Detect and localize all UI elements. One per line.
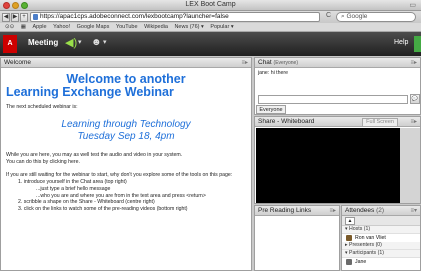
address-text: https://apac1cps.adobeconnect.com/lexboo…: [40, 13, 229, 20]
help-indicator: [414, 36, 421, 52]
attendee-name: Ron van Vliet: [355, 235, 386, 241]
pod-title: Share - Whiteboard: [258, 118, 315, 125]
title-bar: LEX Boot Camp ▭: [0, 0, 421, 11]
whiteboard-canvas[interactable]: [256, 128, 419, 203]
bookmark-apple[interactable]: Apple: [32, 24, 46, 30]
adobe-logo: A: [3, 35, 17, 53]
chat-message: jane: hi there: [258, 70, 288, 76]
hosts-group[interactable]: ▾ Hosts (1): [342, 226, 420, 234]
share-pod-header: Share - Whiteboard Full Screen ≡▸: [255, 117, 420, 127]
step-1a: ...just type a brief hello message: [36, 185, 111, 192]
webinar-date: Tuesday Sep 18, 4pm: [77, 130, 175, 142]
next-webinar-label: The next scheduled webinar is:: [6, 104, 78, 110]
pod-title: Chat: [258, 59, 272, 66]
add-bookmark-button[interactable]: +: [20, 13, 28, 22]
chat-pod-header: Chat (Everyone) ≡▸: [255, 58, 420, 68]
step-1b: ...who you are and where you are from in…: [36, 192, 206, 199]
attendees-toolbar: ▲: [342, 216, 420, 226]
site-icon: [33, 14, 38, 20]
top-sites-icon[interactable]: ▦: [21, 24, 26, 30]
browser-window: LEX Boot Camp ▭ ◀ ▶ + https://apac1cps.a…: [0, 0, 421, 271]
pod-title: Welcome: [4, 59, 31, 66]
attendee-participant[interactable]: Jane: [342, 258, 420, 266]
pod-options-icon[interactable]: ≡▸: [410, 58, 417, 67]
webinar-title: Learning through Technology: [61, 118, 191, 130]
pod-title: Attendees: [345, 207, 375, 214]
bookmark-popular[interactable]: Popular ▾: [210, 24, 233, 30]
step-3: 3. click on the links to watch some of t…: [18, 205, 188, 212]
participant-icon: [346, 259, 352, 265]
audio-test-text: While you are here, you may as well test…: [6, 151, 183, 158]
whiteboard-sidebar: [400, 128, 420, 203]
reload-icon[interactable]: C: [326, 12, 331, 19]
reading-list-icon[interactable]: ⊙⊙: [5, 24, 14, 30]
bookmarks-bar: ⊙⊙ ▦ Apple Yahoo! Google Maps YouTube Wi…: [0, 23, 421, 32]
pre-reading-links-pod: Pre Reading Links ≡▸: [254, 205, 340, 271]
pod-options-icon[interactable]: ≡▸: [329, 206, 336, 215]
attendee-count: (2): [376, 207, 385, 214]
window-title: LEX Boot Camp: [185, 1, 236, 8]
links-pod-header: Pre Reading Links ≡▸: [255, 206, 339, 216]
bookmark-google-maps[interactable]: Google Maps: [77, 24, 110, 30]
status-dropdown-icon[interactable]: ▾: [103, 38, 107, 46]
presenters-group[interactable]: ▸ Presenters (0): [342, 242, 420, 250]
step-1: 1. introduce yourself in the Chat area (…: [18, 179, 127, 186]
bookmark-wikipedia[interactable]: Wikipedia: [144, 24, 168, 30]
address-bar[interactable]: https://apac1cps.adobeconnect.com/lexboo…: [30, 12, 320, 22]
sort-attendees-icon[interactable]: ▲: [345, 217, 355, 225]
pod-options-icon[interactable]: ≡▸: [410, 117, 417, 126]
bookmark-yahoo[interactable]: Yahoo!: [53, 24, 70, 30]
attendees-pod-header: Attendees (2) ≡▾: [342, 206, 420, 216]
full-screen-button[interactable]: Full Screen: [362, 118, 398, 126]
chat-tab-everyone[interactable]: Everyone: [256, 105, 286, 114]
welcome-content: Welcome to another Learning Exchange Web…: [1, 68, 251, 215]
meeting-menu[interactable]: Meeting: [28, 38, 58, 47]
welcome-pod-header: Welcome ≡▸: [1, 58, 251, 68]
pod-options-icon[interactable]: ≡▸: [241, 58, 248, 67]
bookmark-news[interactable]: News (76) ▾: [174, 24, 203, 30]
navigation-bar: ◀ ▶ + https://apac1cps.adobeconnect.com/…: [0, 11, 421, 23]
forward-button[interactable]: ▶: [11, 13, 19, 22]
attendees-pod: Attendees (2) ≡▾ ▲ ▾ Hosts (1) Ron van V…: [341, 205, 421, 271]
participants-group[interactable]: ▾ Participants (1): [342, 250, 420, 258]
chat-scope: (Everyone): [273, 60, 298, 66]
attendee-host[interactable]: Ron van Vliet: [342, 234, 420, 242]
chat-pod: Chat (Everyone) ≡▸ jane: hi there 💬 Ever…: [254, 57, 421, 115]
toolbar-toggle-icon[interactable]: ▭: [409, 1, 416, 9]
share-whiteboard-pod: Share - Whiteboard Full Screen ≡▸: [254, 116, 421, 204]
speaker-icon[interactable]: ◀): [65, 37, 77, 49]
explore-text: If you are still waiting for the webinar…: [6, 171, 233, 178]
welcome-pod: Welcome ≡▸ Welcome to another Learning E…: [0, 57, 252, 271]
host-icon: [346, 235, 352, 241]
help-menu[interactable]: Help: [394, 39, 408, 46]
step-2: 2. scribble a shape on the Share - White…: [18, 199, 155, 206]
attendee-name: Jane: [355, 259, 367, 265]
chat-send-button[interactable]: 💬: [410, 94, 420, 104]
pod-options-icon[interactable]: ≡▾: [410, 206, 417, 215]
bookmark-youtube[interactable]: YouTube: [116, 24, 138, 30]
search-input[interactable]: ⌕ Google: [336, 12, 416, 22]
search-placeholder: Google: [346, 13, 368, 20]
speaker-dropdown-icon[interactable]: ▾: [78, 38, 82, 46]
back-button[interactable]: ◀: [2, 13, 10, 22]
pod-title: Pre Reading Links: [258, 207, 312, 214]
chat-input[interactable]: [258, 95, 408, 104]
user-status-icon[interactable]: ☻: [91, 37, 102, 48]
connect-app-bar: A Meeting ◀) ▾ ☻ ▾ Help: [0, 32, 421, 56]
audio-test-link[interactable]: You can do this by clicking here.: [6, 159, 246, 166]
welcome-heading-2: Learning Exchange Webinar: [6, 85, 174, 99]
